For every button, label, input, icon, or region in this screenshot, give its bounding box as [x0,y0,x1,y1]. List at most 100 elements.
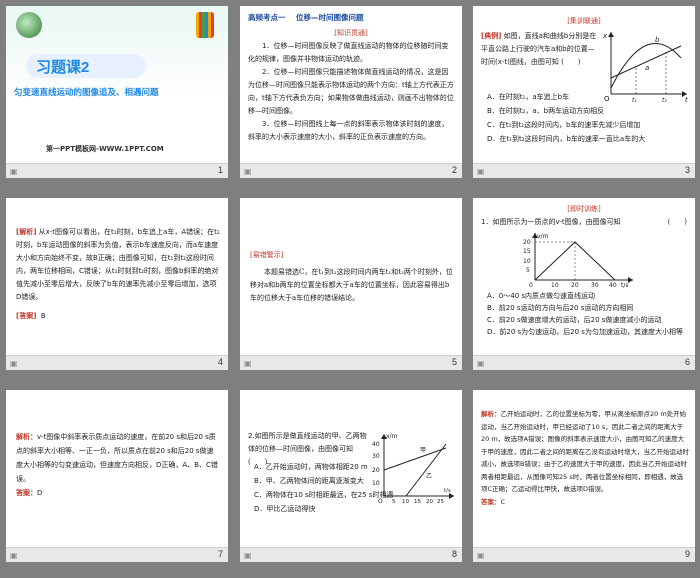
answer-value: C [500,497,506,506]
question-stem: 2.如图所示是做直线运动的甲、乙两物体的位移—时间图像，由图像可知 [248,432,367,453]
answer-paren: ( ) [561,58,581,66]
answer-value: B [40,312,46,320]
option-d[interactable]: D．在t₁到t₂这段时间内，b车的速率一直比a车的大 [487,132,689,146]
heading-text: 位移—时间图像问题 [295,13,364,22]
pencil-icon [196,12,214,38]
decorative-bubble-icon [16,12,42,38]
answer-label: 答案： [16,489,37,497]
slide-footer: ▣ 7 [6,547,228,562]
graph-ytick-30: 30 [372,453,380,460]
slide-icon: ▣ [10,551,18,560]
graph-ytick-15: 15 [523,248,531,255]
graph-ytick-10: 10 [523,258,531,265]
slide-icon: ▣ [244,167,252,176]
example-label: [典例] [481,32,502,40]
question-block: [典例] 如图，直线a和曲线b分别是在平直公路上行驶的汽车a和b的位置—时间(x… [481,30,599,69]
slide-number: 7 [217,549,223,559]
question-stem: 1．如图所示为一质点的v-t图像，由图像可知 [481,218,621,226]
section-tag: [集训联通] [567,17,601,25]
option-a[interactable]: A．乙开始运动时，两物体相距20 m [254,460,456,474]
heading-label: 高频考点一 [248,13,286,22]
slide-icon: ▣ [10,359,18,368]
slide-number: 5 [451,357,457,367]
option-c[interactable]: C．两物体在10 s时相距最远，在25 s时相遇 [254,488,456,502]
point-1: 1．位移—时间图像反映了做直线运动的物体的位移随时间变化的规律，图像并非物体运动… [248,42,449,63]
graph-xtick-10: 10 [551,282,559,289]
graph-label-a: a [645,64,649,72]
graph-xtick-40: 40 [609,282,617,289]
slide-number: 2 [451,165,457,175]
slide-icon: ▣ [477,359,485,368]
slide-number: 8 [451,549,457,559]
slide-footer: ▣ 2 [240,163,462,178]
graph-ytick-40: 40 [372,441,380,448]
option-a[interactable]: A．在时刻t₁，a车追上b车 [487,90,689,104]
slide-footer: ▣ 4 [6,355,228,370]
answer-value: D [37,489,43,497]
graph-xtick-30: 30 [591,282,599,289]
analysis-label: [解析] [16,228,37,236]
section-tag: [即时训练] [567,205,601,213]
section-tag: [易错警示] [250,251,284,259]
analysis-block: 解析：v-t图像中斜率表示质点运动的速度，在前20 s和后20 s质点的斜率大小… [16,430,220,500]
slide-title: 习题课2 [36,59,90,76]
graph-unit-v: v/m [537,233,549,240]
graph-unit-x: x/m [386,433,398,440]
slide-3[interactable]: [集训联通] [典例] 如图，直线a和曲线b分别是在平直公路上行驶的汽车a和b的… [473,6,695,178]
option-d[interactable]: D．甲比乙运动得快 [254,502,456,516]
slide-footer: ▣ 6 [473,355,695,370]
slide-number: 1 [217,165,223,175]
slide-number: 4 [217,357,223,367]
point-2: 2．位移—时间图像只能描述物体做直线运动的情况，这是因为位移—时间图像只能表示物… [248,68,454,115]
analysis-label: 解析： [16,433,37,441]
options-list: A．在时刻t₁，a车追上b车 B．在时刻t₂，a、b两车运动方向相反 C．在t₁… [487,90,689,146]
slide-4[interactable]: [解析] 从x-t图像可以看出，在t₁时刻，b车追上a车，A错误；在t₂时刻，b… [6,198,228,370]
slide-icon: ▣ [477,167,485,176]
option-d[interactable]: D．前20 s为匀速运动，后20 s为匀加速运动，其速度大小相等 [487,326,689,338]
slide-footer: ▣ 8 [240,547,462,562]
options-list: A．乙开始运动时，两物体相距20 m B．甲、乙两物体间的距离逐渐变大 C．两物… [254,460,456,516]
answer-label: [答案] [16,312,37,320]
slide-number: 3 [684,165,690,175]
slide-footer: ▣ 5 [240,355,462,370]
analysis-block: [解析] 从x-t图像可以看出，在t₁时刻，b车追上a车，A错误；在t₂时刻，b… [16,226,220,323]
slide-6[interactable]: [即时训练] 1．如图所示为一质点的v-t图像，由图像可知 ( ) v/m 20 … [473,198,695,370]
option-c[interactable]: C．在t₁到t₂这段时间内，b车的速率先减少后增加 [487,118,689,132]
option-b[interactable]: B．在时刻t₂，a、b两车运动方向相反 [487,104,689,118]
slide-8[interactable]: 2.如图所示是做直线运动的甲、乙两物体的位移—时间图像，由图像可知( ) x/m… [240,390,462,562]
slide-9[interactable]: 解析：乙开始运动时，乙的位置坐标为零，甲从离坐标原点20 m处开始运动，当乙开始… [473,390,695,562]
slide-heading: 高频考点一 位移—时间图像问题 [248,12,363,23]
point-3: 3．位移—时间图线上每一点的斜率表示物体该时刻的速度，斜率的大小表示速度的大小，… [248,120,449,141]
slide-icon: ▣ [244,359,252,368]
slide-1[interactable]: 习题课2 匀变速直线运动的图像追及、相遇问题 第一PPT模板网-WWW.1PPT… [6,6,228,178]
slide-2[interactable]: 高频考点一 位移—时间图像问题 [知识贯通] 1．位移—时间图像反映了做直线运动… [240,6,462,178]
option-a[interactable]: A．0～40 s内质点做匀速直线运动 [487,290,689,302]
slide-footer: ▣ 3 [473,163,695,178]
slide-icon: ▣ [244,551,252,560]
graph-ytick-5: 5 [526,267,530,274]
answer-label: 答案： [481,497,501,506]
velocity-time-graph: v/m 20 15 10 5 0 10 20 30 40 t/s [523,233,633,289]
slide-footer: ▣ 1 [6,163,228,178]
slide-7[interactable]: 解析：v-t图像中斜率表示质点运动的速度，在前20 s和后20 s质点的斜率大小… [6,390,228,562]
question-text: 1．如图所示为一质点的v-t图像，由图像可知 ( ) [481,216,687,229]
analysis-block: 解析：乙开始运动时，乙的位置坐标为零，甲从离坐标原点20 m处开始运动，当乙开始… [481,408,689,508]
analysis-text: 乙开始运动时，乙的位置坐标为零，甲从离坐标原点20 m处开始运动，当乙开始运动时… [481,410,689,493]
graph-label-b: b [655,36,660,44]
options-list: A．0～40 s内质点做匀速直线运动 B．前20 s运动的方向与后20 s运动的… [487,290,689,338]
slide-5[interactable]: [易错警示] 本题易错选C，在t₁到t₂这段时间内两车t₁和t₂两个时刻外，位移… [240,198,462,370]
analysis-text: v-t图像中斜率表示质点运动的速度，在前20 s和后20 s质点的斜率大小相等、… [16,433,218,483]
site-credit: 第一PPT模板网-WWW.1PPT.COM [46,145,164,153]
option-c[interactable]: C．前20 s做速度增大的运动，后20 s做速度减小的运动 [487,314,689,326]
graph-unit-t: t/s [621,282,629,289]
option-b[interactable]: B．甲、乙两物体间的距离逐渐变大 [254,474,456,488]
analysis-text: 从x-t图像可以看出，在t₁时刻，b车追上a车，A错误；在t₂时刻，b车运动图像… [16,228,220,301]
option-b[interactable]: B．前20 s运动的方向与后20 s运动的方向相同 [487,302,689,314]
slide-body: 1．位移—时间图像反映了做直线运动的物体的位移随时间变化的规律，图像并非物体运动… [248,40,454,144]
graph-ytick-20: 20 [523,239,531,246]
graph-axis-x: x [602,32,608,40]
graph-label-jia: 甲 [420,447,426,454]
slide-footer: ▣ 9 [473,547,695,562]
slide-number: 6 [684,357,690,367]
slide-icon: ▣ [477,551,485,560]
